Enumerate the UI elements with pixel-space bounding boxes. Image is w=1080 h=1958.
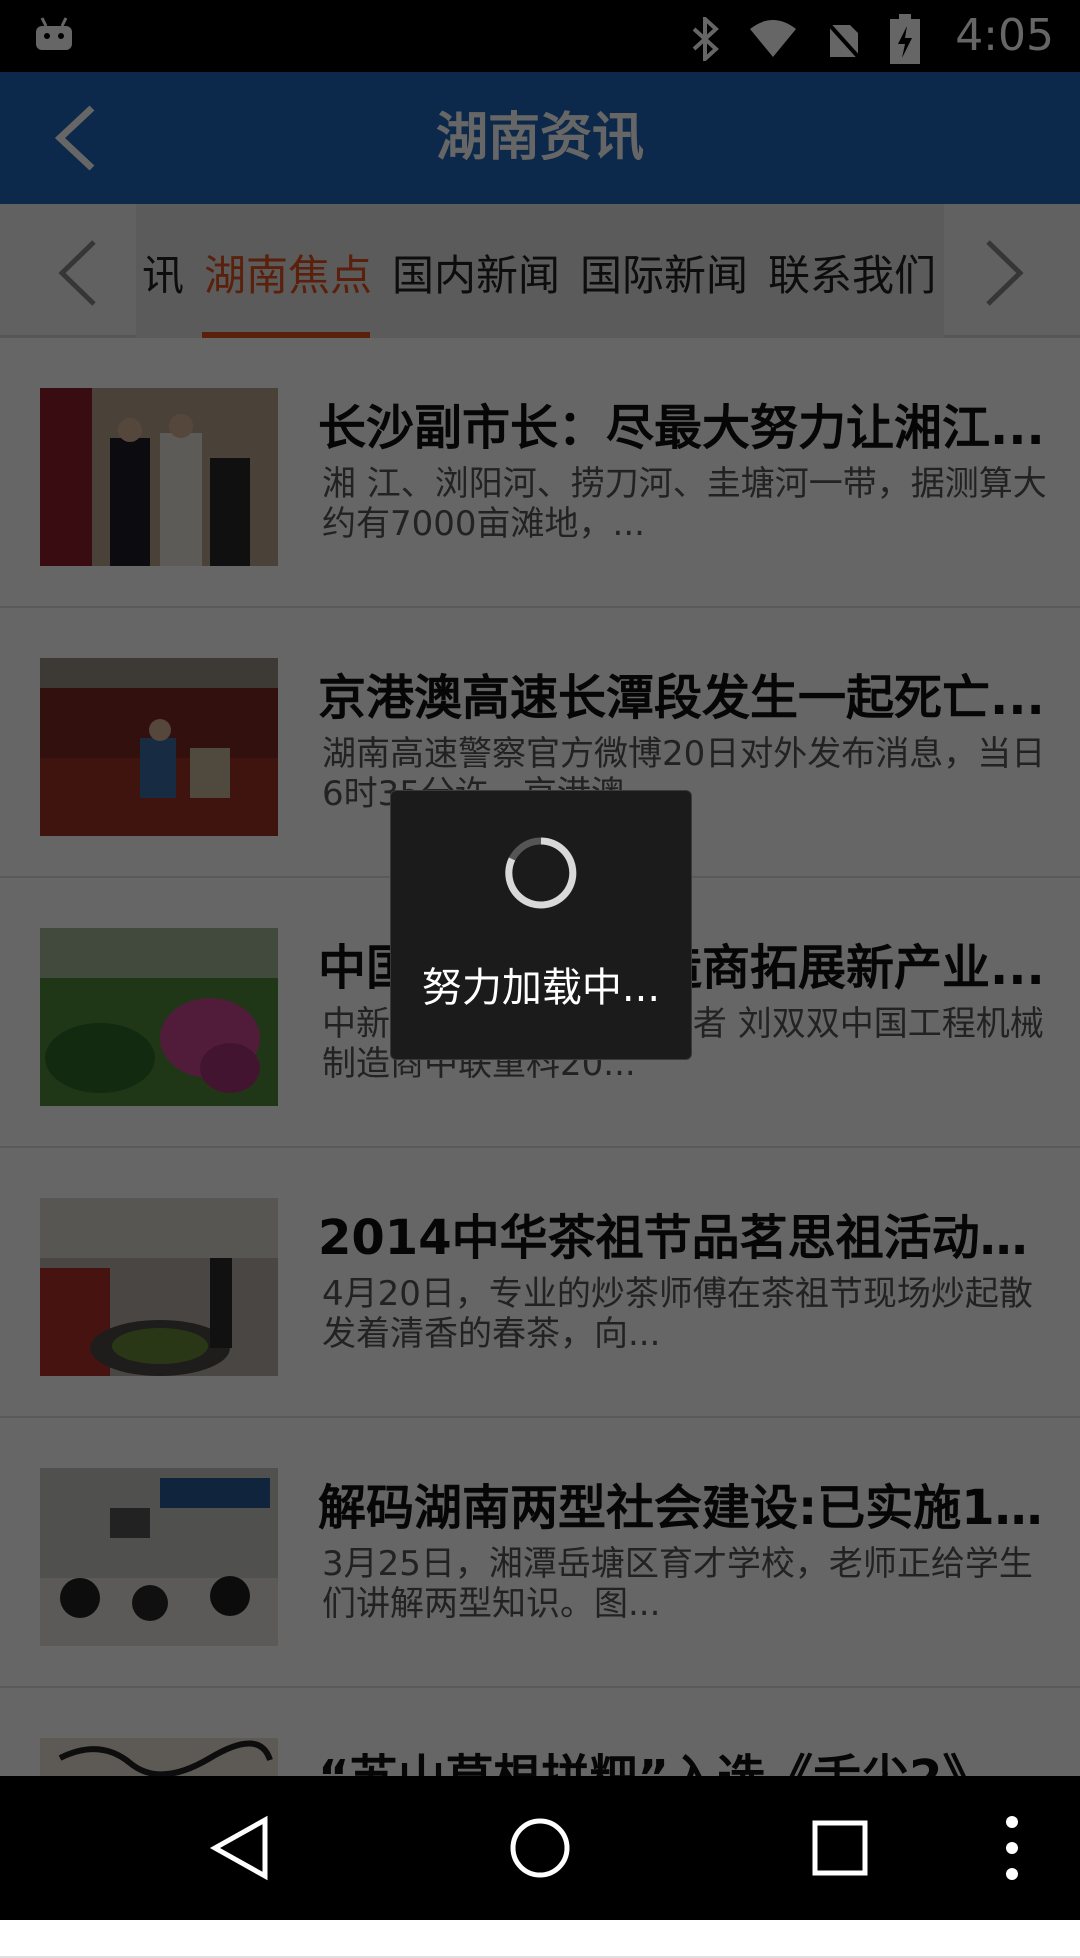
loading-text: 努力加载中...: [421, 965, 661, 1011]
wifi-icon: [750, 20, 796, 57]
loading-spinner-icon: [505, 837, 577, 909]
category-tab-strip: 讯 湖南焦点 国内新闻 国际新闻 联系我们: [0, 204, 1080, 338]
loading-dialog: 努力加载中...: [390, 790, 692, 1060]
news-summary: 3月25日，湘潭岳塘区育才学校，老师正给学生们讲解两型知识。图...: [322, 1544, 1033, 1624]
status-time: 4:05: [955, 10, 1054, 61]
news-headline: 长沙副市长：尽最大努力让湘江...: [318, 400, 1045, 456]
tab-scroll-right-icon[interactable]: [976, 238, 1032, 308]
news-list: 长沙副市长：尽最大努力让湘江... 湘 江、浏阳河、捞刀河、圭塘河一带，据测算大…: [0, 338, 1080, 1958]
tab-domestic-news[interactable]: 国内新闻: [392, 242, 560, 303]
tab-international-news[interactable]: 国际新闻: [580, 242, 748, 303]
android-icon: [36, 17, 72, 50]
nav-recents-icon[interactable]: [804, 1812, 876, 1884]
nav-back-icon[interactable]: [205, 1812, 277, 1884]
tab-scroll-area: 讯 湖南焦点 国内新闻 国际新闻 联系我们: [136, 204, 944, 338]
system-nav-bar: [0, 1776, 1080, 1920]
more-options-icon[interactable]: [984, 1812, 1040, 1884]
page-title: 湖南资讯: [435, 108, 644, 168]
tab-hunan-focus[interactable]: 湖南焦点: [204, 242, 372, 303]
news-summary: 4月20日，专业的炒茶师傅在茶祖节现场炒起散发着清香的春茶，向...: [322, 1274, 1033, 1354]
battery-charging-icon: [890, 14, 920, 64]
news-headline: 解码湖南两型社会建设:已实施10...: [318, 1480, 1058, 1536]
tab-scroll-left-icon[interactable]: [50, 238, 106, 308]
news-item[interactable]: 解码湖南两型社会建设:已实施10... 3月25日，湘潭岳塘区育才学校，老师正给…: [0, 1418, 1080, 1688]
no-sim-icon: [824, 19, 864, 61]
news-headline: 京港澳高速长潭段发生一起死亡...: [318, 670, 1045, 726]
news-thumbnail: [40, 658, 278, 836]
news-thumbnail: [40, 1468, 278, 1646]
status-bar: 4:05: [0, 0, 1080, 72]
news-summary: 湘 江、浏阳河、捞刀河、圭塘河一带，据测算大约有7000亩滩地，...: [322, 464, 1047, 544]
news-thumbnail: [40, 928, 278, 1106]
news-item[interactable]: 2014中华茶祖节品茗思祖活动在... 4月20日，专业的炒茶师傅在茶祖节现场炒…: [0, 1148, 1080, 1418]
news-thumbnail: [40, 388, 278, 566]
app-header: 湖南资讯: [0, 72, 1080, 204]
bluetooth-icon: [692, 17, 719, 61]
nav-home-icon[interactable]: [504, 1812, 576, 1884]
news-item[interactable]: 长沙副市长：尽最大努力让湘江... 湘 江、浏阳河、捞刀河、圭塘河一带，据测算大…: [0, 338, 1080, 608]
news-thumbnail: [40, 1198, 278, 1376]
tab-hunan-info-partial[interactable]: 讯: [142, 242, 184, 303]
tab-contact-us[interactable]: 联系我们: [768, 242, 936, 303]
news-headline: 2014中华茶祖节品茗思祖活动在...: [318, 1210, 1058, 1266]
